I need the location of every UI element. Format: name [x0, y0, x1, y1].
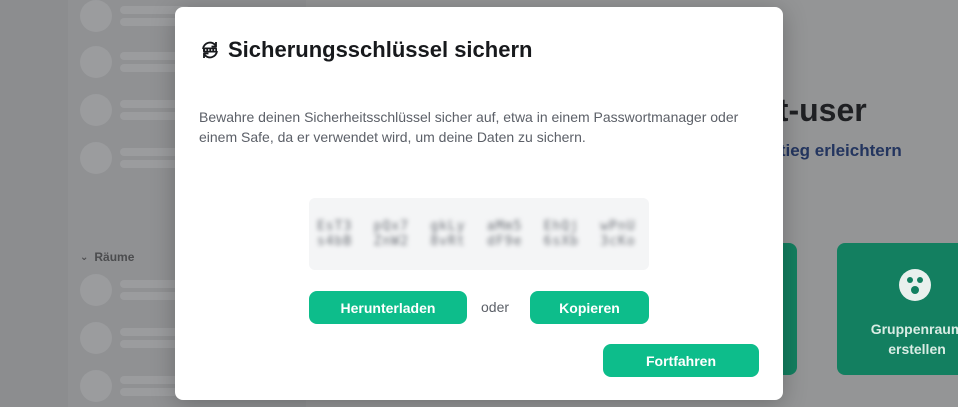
key-group: gkLy 8vRt [430, 219, 466, 249]
backup-key-dialog: Sicherungsschlüssel sichern Bewahre dein… [175, 7, 783, 400]
security-key-display[interactable]: EsT3 s4bB pQx7 ZnW2 gkLy 8vRt aMm5 dF9e … [309, 198, 649, 270]
key-backup-icon [200, 40, 220, 60]
dialog-description: Bewahre deinen Sicherheitsschlüssel sich… [199, 109, 739, 145]
create-group-room-card[interactable]: Gruppenraum erstellen [837, 243, 958, 375]
key-group: wPnU 3cKo [600, 219, 636, 249]
rooms-section-header[interactable]: ⌄ Räume [80, 250, 134, 264]
dialog-header: Sicherungsschlüssel sichern [200, 37, 532, 63]
chevron-down-icon: ⌄ [80, 251, 89, 263]
space-sidebar [0, 0, 68, 407]
key-group: EhQj 6sXb [543, 219, 579, 249]
key-group: EsT3 s4bB [316, 219, 353, 249]
download-button[interactable]: Herunterladen [309, 291, 467, 324]
copy-button[interactable]: Kopieren [530, 291, 649, 324]
rooms-section-label: Räume [94, 250, 135, 264]
or-separator: oder [481, 299, 510, 315]
group-icon [899, 269, 931, 301]
dialog-title: Sicherungsschlüssel sichern [228, 37, 533, 62]
create-group-room-label: Gruppenraum erstellen [870, 321, 958, 357]
key-group: aMm5 dF9e [487, 219, 523, 249]
key-group: pQx7 ZnW2 [373, 219, 409, 249]
continue-button[interactable]: Fortfahren [603, 344, 759, 377]
